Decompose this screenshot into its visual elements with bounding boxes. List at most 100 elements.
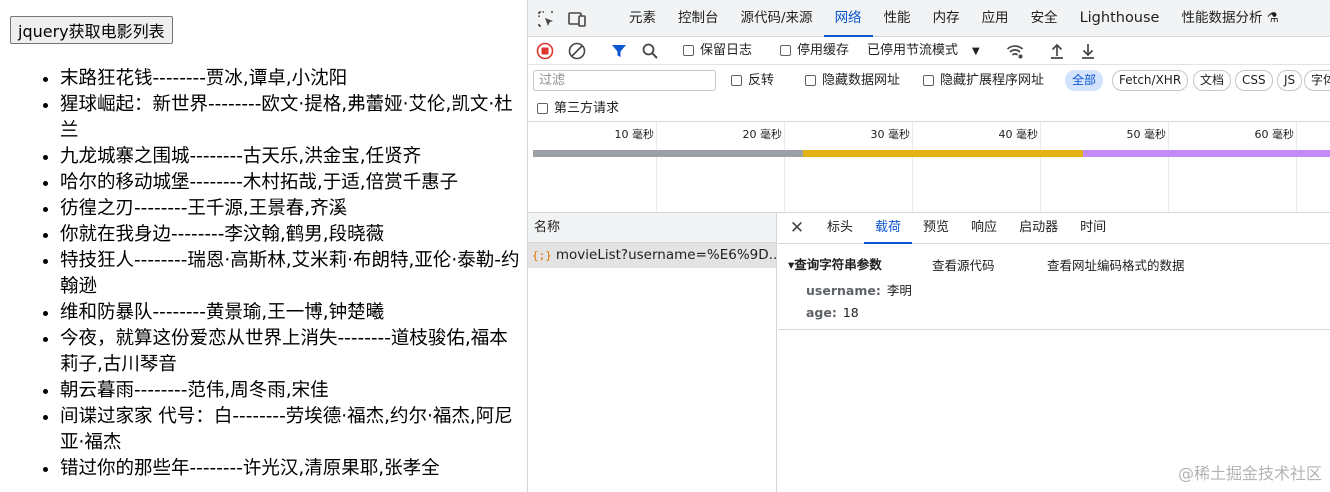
tab-preview[interactable]: 预览 [912, 213, 960, 243]
type-filter-doc[interactable]: 文档 [1193, 70, 1232, 91]
payload-section: ▾查询字符串参数 查看源代码 查看网址编码格式的数据 username: 李明 a… [778, 244, 1330, 330]
list-item: 今夜，就算这份爱恋从世界上消失--------道枝骏佑,福本莉子,古川琴音 [60, 326, 520, 378]
timeline-overview[interactable]: 10 毫秒 20 毫秒 30 毫秒 40 毫秒 50 毫秒 60 毫秒 [528, 122, 1330, 213]
filter-icon[interactable] [609, 41, 629, 61]
request-name: movieList?username=%E6%9D... [555, 247, 776, 263]
waterfall-download-bar [1083, 150, 1330, 157]
hide-extension-urls-checkbox[interactable]: 隐藏扩展程序网址 [923, 66, 1044, 95]
stop-recording-icon[interactable] [535, 41, 555, 61]
clear-icon[interactable] [567, 41, 587, 61]
tab-performance[interactable]: 性能 [873, 0, 922, 37]
devtools-tabbar: 元素 控制台 源代码/来源 网络 性能 内存 应用 安全 Lighthouse … [528, 0, 1330, 37]
close-icon[interactable]: ✕ [778, 213, 816, 243]
param-value: 18 [842, 305, 859, 320]
param-key: age: [806, 305, 837, 320]
tick-label: 60 毫秒 [1254, 128, 1295, 141]
invert-checkbox[interactable]: 反转 [731, 66, 774, 95]
list-item: 错过你的那些年--------许光汉,清原果耶,张孝全 [60, 456, 520, 482]
preserve-log-label: 保留日志 [700, 43, 753, 58]
list-item: 间谍过家家 代号：白--------劳埃德·福杰,约尔·福杰,阿尼亚·福杰 [60, 404, 520, 456]
checkbox-icon [537, 103, 548, 114]
tab-sources[interactable]: 源代码/来源 [730, 0, 824, 37]
inspect-element-icon[interactable] [536, 9, 556, 29]
grid-line [912, 122, 913, 212]
list-item: 哈尔的移动城堡--------木村拓哉,于适,倍赏千惠子 [60, 170, 520, 196]
tab-headers[interactable]: 标头 [816, 213, 864, 243]
list-item: 彷徨之刃--------王千源,王景春,齐溪 [60, 196, 520, 222]
checkbox-icon [780, 45, 791, 56]
tick-label: 50 毫秒 [1126, 128, 1167, 141]
tab-application[interactable]: 应用 [971, 0, 1020, 37]
request-list-header[interactable]: 名称 [528, 213, 776, 243]
type-filter-js[interactable]: JS [1277, 70, 1303, 91]
export-har-icon[interactable] [1078, 41, 1098, 61]
param-value: 李明 [886, 283, 912, 298]
waterfall-queue-bar [533, 150, 803, 157]
filter-input[interactable] [533, 70, 716, 91]
tab-payload[interactable]: 载荷 [864, 213, 913, 244]
hide-extension-urls-label: 隐藏扩展程序网址 [940, 73, 1045, 88]
disable-cache-checkbox[interactable]: 停用缓存 [780, 37, 849, 65]
type-filter-fetch-xhr[interactable]: Fetch/XHR [1112, 70, 1189, 91]
request-detail: ✕ 标头 载荷 预览 响应 启动器 时间 ▾查询字符串参数 查看源代码 查看网址… [778, 213, 1330, 492]
list-item: 末路狂花钱--------贾冰,谭卓,小沈阳 [60, 66, 520, 92]
hide-data-urls-label: 隐藏数据网址 [822, 73, 901, 88]
view-source-link[interactable]: 查看源代码 [932, 255, 995, 274]
grid-line [1168, 122, 1169, 212]
tick-label: 30 毫秒 [870, 128, 911, 141]
movie-list: 末路狂花钱--------贾冰,谭卓,小沈阳 猩球崛起：新世界--------欧… [18, 66, 520, 482]
network-toolbar: 保留日志 停用缓存 已停用节流模式 ▼ [528, 37, 1330, 65]
list-item: 朝云暮雨--------范伟,周冬雨,宋佳 [60, 378, 520, 404]
import-har-icon[interactable] [1047, 41, 1067, 61]
fetch-movies-button[interactable]: jquery获取电影列表 [10, 16, 173, 44]
type-filter-font[interactable]: 字体 [1304, 70, 1330, 91]
tab-lighthouse[interactable]: Lighthouse [1069, 0, 1171, 37]
checkbox-icon [683, 45, 694, 56]
tab-elements[interactable]: 元素 [618, 0, 667, 37]
list-item: 你就在我身边--------李汶翰,鹤男,段晓薇 [60, 222, 520, 248]
param-row: username: 李明 [806, 280, 912, 299]
view-url-encoded-link[interactable]: 查看网址编码格式的数据 [1047, 255, 1185, 274]
xhr-icon: {;} [532, 249, 552, 262]
tab-network[interactable]: 网络 [823, 0, 873, 37]
tick-label: 40 毫秒 [998, 128, 1039, 141]
search-icon[interactable] [640, 41, 660, 61]
type-filter-all[interactable]: 全部 [1065, 70, 1104, 91]
devtools-panel: 元素 控制台 源代码/来源 网络 性能 内存 应用 安全 Lighthouse … [527, 0, 1330, 492]
device-toolbar-icon[interactable] [567, 9, 587, 29]
hide-data-urls-checkbox[interactable]: 隐藏数据网址 [805, 66, 900, 95]
checkbox-icon [923, 75, 934, 86]
devtools-tabs: 元素 控制台 源代码/来源 网络 性能 内存 应用 安全 Lighthouse … [618, 0, 1290, 37]
third-party-row: 第三方请求 [528, 96, 1330, 122]
tab-timing[interactable]: 时间 [1069, 213, 1117, 243]
grid-line [1040, 122, 1041, 212]
checkbox-icon [731, 75, 742, 86]
throttle-label: 已停用节流模式 [867, 43, 959, 58]
tab-initiator[interactable]: 启动器 [1008, 213, 1069, 243]
grid-line [656, 122, 657, 212]
invert-label: 反转 [748, 73, 775, 88]
list-item: 特技狂人--------瑞恩·高斯林,艾米莉·布朗特,亚伦·泰勒-约翰逊 [60, 248, 520, 300]
grid-line [784, 122, 785, 212]
type-filter-css[interactable]: CSS [1235, 70, 1273, 91]
checkbox-icon [805, 75, 816, 86]
tab-security[interactable]: 安全 [1020, 0, 1069, 37]
list-item: 九龙城寨之围城--------古天乐,洪金宝,任贤齐 [60, 144, 520, 170]
detail-tabs: ✕ 标头 载荷 预览 响应 启动器 时间 [778, 213, 1330, 244]
list-item: 维和防暴队--------黄景瑜,王一博,钟楚曦 [60, 300, 520, 326]
filter-bar: 反转 隐藏数据网址 隐藏扩展程序网址 全部 Fetch/XHR 文档 CSS J… [528, 66, 1330, 95]
waterfall-waiting-bar [803, 150, 1083, 157]
throttle-select[interactable]: 已停用节流模式 ▼ [867, 37, 980, 66]
third-party-checkbox[interactable]: 第三方请求 [537, 96, 619, 122]
network-conditions-icon[interactable] [1005, 41, 1025, 61]
request-row[interactable]: {;} movieList?username=%E6%9D... [528, 243, 776, 268]
tab-memory[interactable]: 内存 [922, 0, 971, 37]
preserve-log-checkbox[interactable]: 保留日志 [683, 37, 752, 65]
list-item: 猩球崛起：新世界--------欧文·提格,弗蕾娅·艾伦,凯文·杜兰 [60, 92, 520, 144]
tick-label: 20 毫秒 [742, 128, 783, 141]
tab-response[interactable]: 响应 [960, 213, 1008, 243]
param-row: age: 18 [806, 305, 859, 320]
tab-performance-insights[interactable]: 性能数据分析 ⚗ [1170, 0, 1289, 37]
query-params-title[interactable]: ▾查询字符串参数 [788, 254, 882, 273]
tab-console[interactable]: 控制台 [667, 0, 730, 37]
